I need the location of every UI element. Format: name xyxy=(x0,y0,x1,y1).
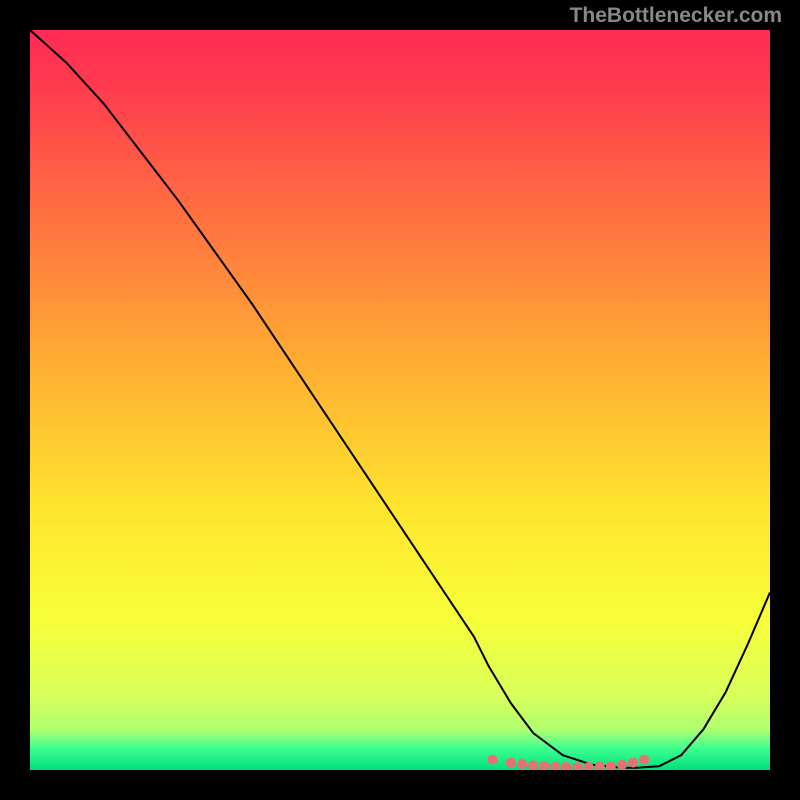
plot-area xyxy=(30,30,770,770)
marker-dot xyxy=(488,755,498,765)
chart-container: TheBottlenecker.com xyxy=(0,0,800,800)
watermark-text: TheBottlenecker.com xyxy=(570,4,782,28)
marker-dot xyxy=(617,760,627,770)
marker-dot xyxy=(628,758,638,768)
marker-dot xyxy=(506,758,516,768)
marker-dot xyxy=(639,755,649,765)
chart-svg xyxy=(30,30,770,770)
marker-dot xyxy=(517,759,527,769)
gradient-background xyxy=(30,30,770,770)
